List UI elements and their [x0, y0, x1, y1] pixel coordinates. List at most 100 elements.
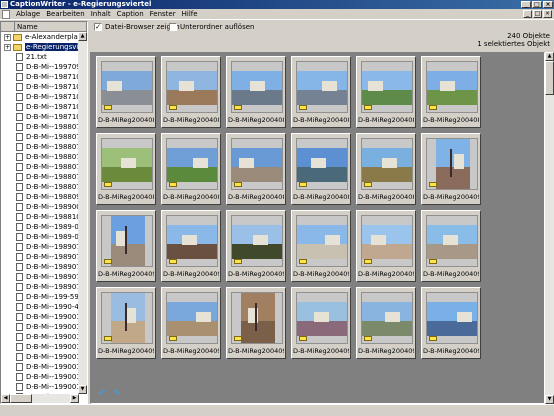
resolve-subfolders-checkbox[interactable] — [169, 23, 177, 31]
thumbnail-card[interactable]: D-B-MiReg20040801-6 — [226, 133, 286, 205]
thumbnail-card[interactable]: D-B-MiReg20040801-6 — [356, 133, 416, 205]
maximize-button[interactable]: □ — [532, 1, 542, 8]
tree-header-name[interactable]: Name — [15, 22, 87, 32]
thumbnail-image-frame[interactable] — [361, 61, 413, 113]
tree-file-row[interactable]: D-B-Mi--19900102 — [1, 312, 79, 322]
resolve-subfolders-option[interactable]: Unterordner auflösen — [169, 23, 254, 31]
tree-file-row[interactable]: D-B-Mi--19900118 — [1, 372, 79, 382]
tree-horizontal-scrollbar[interactable]: ◀ ▶ — [1, 394, 79, 403]
thumbnail-image-frame[interactable] — [166, 138, 218, 190]
expand-toggle-icon[interactable]: + — [4, 33, 11, 41]
tree-file-row[interactable]: D-B-Mi--19880715 — [1, 172, 79, 182]
tree-file-row[interactable]: D-B-Mi--19900119 — [1, 382, 79, 392]
thumbnail-image-frame[interactable] — [166, 292, 218, 344]
tree-file-row[interactable]: 21.txt — [1, 52, 79, 62]
back-arrow-icon[interactable]: ↶ — [98, 389, 107, 399]
thumbnail-card[interactable]: D-B-MiReg20040801-6 — [291, 56, 351, 128]
thumbnail-image-frame[interactable] — [231, 215, 283, 267]
tree-file-row[interactable]: D-B-Mi--19880715 — [1, 132, 79, 142]
tree-file-row[interactable]: D-B-Mi--1989-02 — [1, 232, 79, 242]
document-icon[interactable] — [2, 9, 10, 19]
mdi-close-button[interactable]: × — [543, 10, 552, 18]
thumbnail-card[interactable]: D-B-MiReg20040912-1 — [161, 287, 221, 359]
thumbnail-image-frame[interactable] — [426, 215, 478, 267]
thumbnail-image-frame[interactable] — [231, 61, 283, 113]
tree-file-row[interactable]: D-B-Mi--19890006 — [1, 202, 79, 212]
tree-hscroll-thumb[interactable] — [10, 394, 32, 403]
menu-bearbeiten[interactable]: Bearbeiten — [43, 9, 87, 20]
thumbnail-image-frame[interactable] — [361, 138, 413, 190]
tree-file-row[interactable]: D-B-Mi--19871002 — [1, 92, 79, 102]
thumbnail-card[interactable]: D-B-MiReg20040912-1 — [226, 210, 286, 282]
thumbnail-card[interactable]: D-B-MiReg20040801-6 — [356, 56, 416, 128]
thumbnail-image-frame[interactable] — [361, 215, 413, 267]
thumbnail-image-frame[interactable] — [166, 215, 218, 267]
tree-file-row[interactable]: D-B-Mi--19900118 — [1, 362, 79, 372]
expand-toggle-icon[interactable]: + — [4, 43, 11, 51]
thumbnail-image-frame[interactable] — [426, 138, 478, 190]
thumbnail-card[interactable]: D-B-MiReg20040801-6 — [161, 56, 221, 128]
tree-file-row[interactable]: D-B-Mi--19871002 — [1, 112, 79, 122]
thumbnail-image-frame[interactable] — [361, 292, 413, 344]
thumbnail-card[interactable]: D-B-MiReg20040801-6 — [161, 133, 221, 205]
thumbnail-card[interactable]: D-B-MiReg20040801-6 — [421, 56, 481, 128]
thumbnail-card[interactable]: D-B-MiReg20040912-1 — [421, 210, 481, 282]
thumbnail-card[interactable]: D-B-MiReg20040912-1 — [96, 210, 156, 282]
scroll-up-arrow-icon[interactable]: ▲ — [78, 32, 87, 41]
forward-arrow-icon[interactable]: ↷ — [112, 389, 121, 399]
grid-vscroll-thumb[interactable] — [545, 61, 554, 95]
minimize-button[interactable]: _ — [521, 1, 531, 8]
thumbnail-card[interactable]: D-B-MiReg20040912-1 — [356, 210, 416, 282]
thumbnail-image-frame[interactable] — [296, 292, 348, 344]
tree-file-row[interactable]: D-B-Mi--199709-2 — [1, 62, 79, 72]
tree-file-row[interactable]: D-B-Mi--198907-5 — [1, 262, 79, 272]
thumbnail-card[interactable]: D-B-MiReg20040912-1 — [226, 287, 286, 359]
close-button[interactable]: × — [543, 1, 553, 8]
tree-file-row[interactable]: D-B-Mi--19900118 — [1, 332, 79, 342]
thumbnail-image-frame[interactable] — [101, 61, 153, 113]
mdi-restore-button[interactable]: □ — [533, 10, 542, 18]
menu-caption[interactable]: Caption — [114, 9, 147, 20]
thumbnail-image-frame[interactable] — [101, 292, 153, 344]
tree-file-row[interactable]: D-B-Mi--1989-01 — [1, 222, 79, 232]
thumbnail-image-frame[interactable] — [426, 292, 478, 344]
tree-file-row[interactable]: D-B-Mi--199-59.jpe — [1, 292, 79, 302]
thumbnail-image-frame[interactable] — [296, 138, 348, 190]
show-browser-checkbox[interactable]: ✓ — [94, 23, 102, 31]
thumbnail-card[interactable]: D-B-MiReg20040801-6 — [291, 133, 351, 205]
scroll-right-arrow-icon[interactable]: ▶ — [70, 394, 79, 403]
thumbnail-card[interactable]: D-B-MiReg20040801-5 — [96, 56, 156, 128]
menu-fenster[interactable]: Fenster — [147, 9, 179, 20]
menu-hilfe[interactable]: Hilfe — [179, 9, 201, 20]
tree-file-row[interactable]: D-B-Mi--19880715 — [1, 122, 79, 132]
tree-file-row[interactable]: D-B-Mi--19881003 — [1, 212, 79, 222]
thumbnail-image-frame[interactable] — [296, 215, 348, 267]
tree-file-row[interactable]: D-B-Mi--19900118 — [1, 352, 79, 362]
tree-file-row[interactable]: D-B-Mi--19900102 — [1, 322, 79, 332]
menu-ablage[interactable]: Ablage — [13, 9, 43, 20]
tree-file-row[interactable]: D-B-Mi--19880715 — [1, 142, 79, 152]
scroll-left-arrow-icon[interactable]: ◀ — [1, 394, 10, 403]
tree-file-row[interactable]: D-B-Mi--198907-1 — [1, 242, 79, 252]
tree-file-row[interactable]: D-B-Mi--19871002 — [1, 82, 79, 92]
tree-file-row[interactable]: D-B-Mi--19880715 — [1, 182, 79, 192]
thumbnail-image-frame[interactable] — [101, 215, 153, 267]
thumbnail-image-frame[interactable] — [101, 138, 153, 190]
thumbnail-image-frame[interactable] — [426, 61, 478, 113]
grid-scroll-down-arrow-icon[interactable]: ▼ — [545, 395, 554, 404]
tree-file-row[interactable]: D-B-Mi--19880715 — [1, 152, 79, 162]
scroll-down-arrow-icon[interactable]: ▼ — [78, 385, 87, 394]
show-browser-option[interactable]: ✓ Datei-Browser zeigen — [94, 23, 180, 31]
thumbnail-image-frame[interactable] — [231, 292, 283, 344]
thumbnail-card[interactable]: D-B-MiReg20040801-6 — [226, 56, 286, 128]
thumbnail-card[interactable]: D-B-MiReg20040801-5 — [96, 133, 156, 205]
thumbnail-image-frame[interactable] — [231, 138, 283, 190]
tree-file-row[interactable]: D-B-Mi--19871002 — [1, 102, 79, 112]
mdi-minimize-button[interactable]: _ — [523, 10, 532, 18]
thumbnail-card[interactable]: D-B-MiReg20040912-1 — [291, 287, 351, 359]
grid-scroll-up-arrow-icon[interactable]: ▲ — [545, 52, 554, 61]
thumbnail-card[interactable]: D-B-MiReg20040912-1 — [421, 287, 481, 359]
thumbnail-card[interactable]: D-B-MiReg20040912-1 — [356, 287, 416, 359]
tree-file-row[interactable]: D-B-Mi--198907-1 — [1, 252, 79, 262]
tree-file-row[interactable]: D-B-Mi--19890700 — [1, 282, 79, 292]
